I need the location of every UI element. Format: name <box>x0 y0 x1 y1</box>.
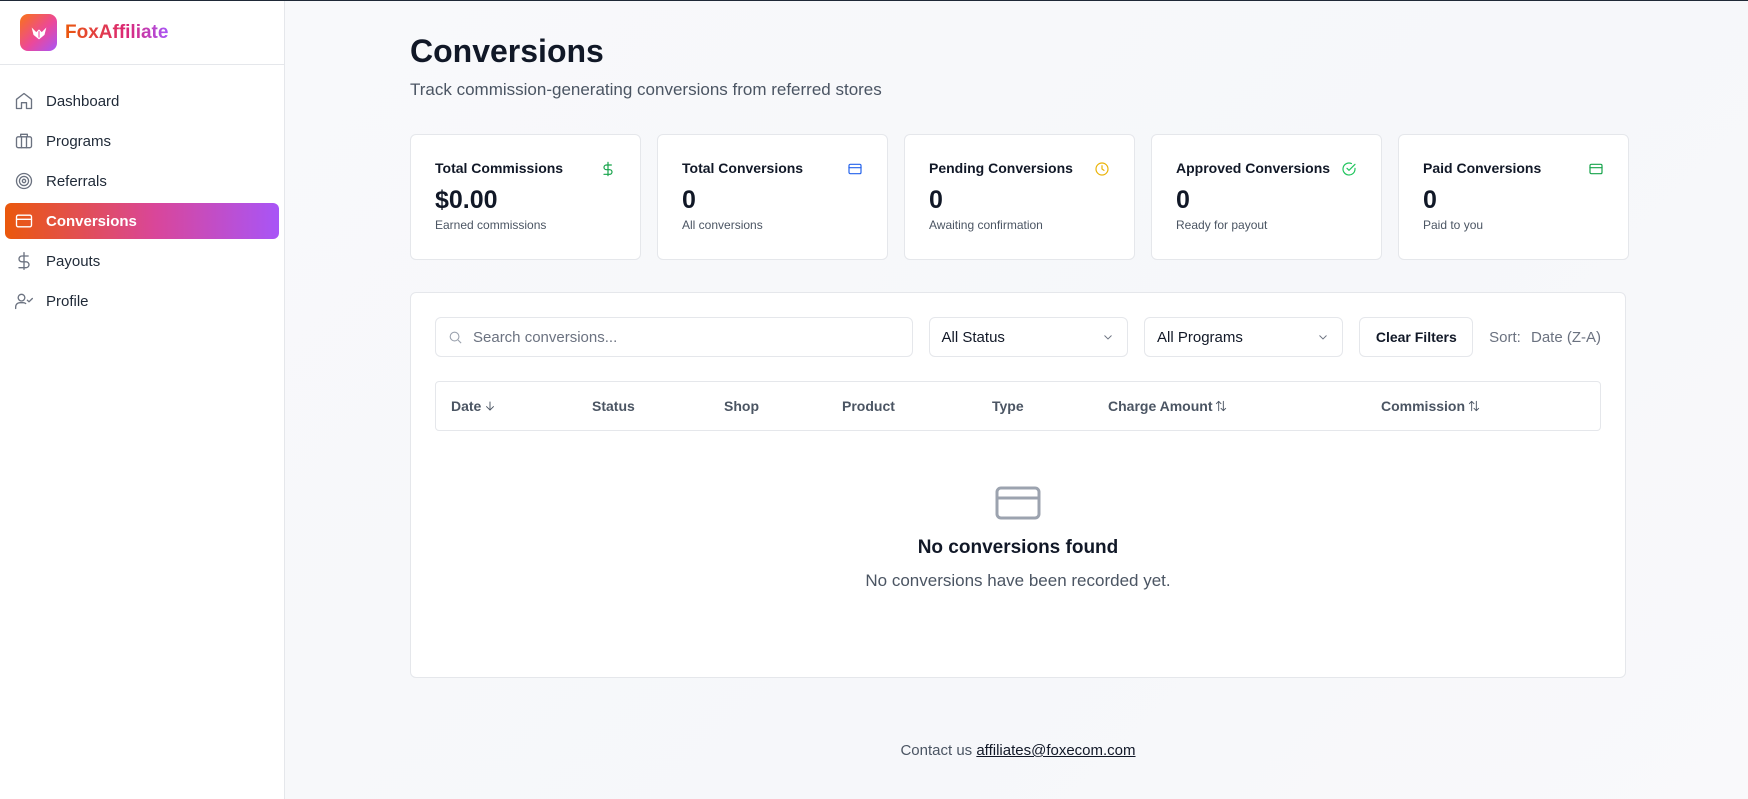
stat-desc: Awaiting confirmation <box>929 218 1043 232</box>
user-check-icon <box>15 293 33 310</box>
footer: Contact us affiliates@foxecom.com <box>410 742 1626 759</box>
column-header-label: Date <box>451 398 482 414</box>
stat-value: $0.00 <box>435 186 498 214</box>
stat-value: 0 <box>1176 186 1190 214</box>
fox-logo-icon <box>20 14 57 51</box>
stat-title: Approved Conversions <box>1176 160 1331 176</box>
status-select-value: All Status <box>941 328 1005 346</box>
program-select-value: All Programs <box>1157 328 1243 346</box>
page-title: Conversions <box>410 33 604 69</box>
home-icon <box>15 92 33 110</box>
stat-title: Total Commissions <box>435 160 564 176</box>
column-header-label: Status <box>592 398 635 414</box>
sidebar-item-payouts[interactable]: Payouts <box>5 243 279 279</box>
sidebar-item-label: Programs <box>46 132 112 150</box>
sidebar: FoxAffiliate Dashboard Programs Referral… <box>0 1 285 799</box>
dollar-icon <box>600 161 616 177</box>
column-header-type[interactable]: Type <box>992 382 1024 430</box>
credit-card-icon <box>994 483 1042 523</box>
column-header-commission[interactable]: Commission <box>1381 382 1481 430</box>
search-icon <box>449 331 462 344</box>
filter-bar: All Status All Programs Clear Filters So… <box>435 317 1601 357</box>
sidebar-nav: Dashboard Programs Referrals Conversions… <box>0 65 284 319</box>
column-header-date[interactable]: Date <box>451 382 497 430</box>
sidebar-item-dashboard[interactable]: Dashboard <box>5 83 279 119</box>
stat-card-total-conversions: Total Conversions 0 All conversions <box>657 134 888 260</box>
sort-arrows-icon <box>1468 400 1480 412</box>
sidebar-item-label: Conversions <box>46 212 137 230</box>
sidebar-item-conversions[interactable]: Conversions <box>5 203 279 239</box>
stat-card-paid-conversions: Paid Conversions 0 Paid to you <box>1398 134 1629 260</box>
check-circle-icon <box>1341 161 1357 177</box>
credit-card-icon <box>847 161 863 177</box>
stat-title: Paid Conversions <box>1423 160 1542 176</box>
stat-card-total-commissions: Total Commissions $0.00 Earned commissio… <box>410 134 641 260</box>
briefcase-icon <box>15 133 33 149</box>
brand[interactable]: FoxAffiliate <box>0 1 284 65</box>
contact-email-link[interactable]: affiliates@foxecom.com <box>976 742 1135 759</box>
program-select[interactable]: All Programs <box>1144 317 1344 357</box>
stat-desc: Ready for payout <box>1176 218 1268 232</box>
sort-arrows-icon <box>1216 400 1227 412</box>
sort-control[interactable]: Sort: Date (Z-A) <box>1489 329 1601 346</box>
stat-card-pending-conversions: Pending Conversions 0 Awaiting confirmat… <box>904 134 1135 260</box>
brand-name: FoxAffiliate <box>65 21 169 43</box>
stats-row: Total Commissions $0.00 Earned commissio… <box>410 134 1629 260</box>
arrow-down-icon <box>486 401 495 411</box>
status-select[interactable]: All Status <box>928 317 1129 357</box>
search-box[interactable] <box>435 317 913 357</box>
column-header-shop[interactable]: Shop <box>724 382 759 430</box>
credit-card-icon <box>15 214 33 228</box>
conversions-table-header: Date Status Shop Product Type Charge Amo… <box>435 381 1601 431</box>
chevron-down-icon <box>1104 335 1112 340</box>
target-icon <box>15 172 33 190</box>
stat-value: 0 <box>929 186 943 214</box>
sidebar-item-programs[interactable]: Programs <box>5 123 279 159</box>
credit-card-icon <box>1588 161 1604 177</box>
stat-title: Total Conversions <box>682 160 804 176</box>
column-header-label: Charge Amount <box>1108 398 1213 414</box>
column-header-label: Shop <box>724 398 759 414</box>
stat-desc: Earned commissions <box>435 218 547 232</box>
sidebar-item-label: Dashboard <box>46 92 120 110</box>
sidebar-item-referrals[interactable]: Referrals <box>5 163 279 199</box>
sidebar-item-profile[interactable]: Profile <box>5 283 279 319</box>
stat-title: Pending Conversions <box>929 160 1073 176</box>
empty-state: No conversions found No conversions have… <box>411 483 1625 591</box>
conversions-panel: All Status All Programs Clear Filters So… <box>410 292 1626 678</box>
clock-icon <box>1094 161 1110 177</box>
column-header-label: Type <box>992 398 1024 414</box>
sidebar-item-label: Payouts <box>46 252 101 270</box>
sort-value: Date (Z-A) <box>1531 328 1602 346</box>
chevron-down-icon <box>1319 335 1328 340</box>
clear-filters-button[interactable]: Clear Filters <box>1359 317 1474 357</box>
stat-desc: All conversions <box>682 218 763 232</box>
sort-label: Sort: <box>1489 328 1521 346</box>
column-header-label: Commission <box>1381 398 1466 414</box>
dollar-icon <box>18 252 30 270</box>
column-header-charge-amount[interactable]: Charge Amount <box>1108 382 1228 430</box>
sidebar-item-label: Profile <box>46 292 89 310</box>
footer-text: Contact us <box>900 742 973 759</box>
main-area: Conversions Track commission-generating … <box>285 1 1748 799</box>
stat-card-approved-conversions: Approved Conversions 0 Ready for payout <box>1151 134 1382 260</box>
stat-value: 0 <box>682 186 696 214</box>
page-subtitle: Track commission-generating conversions … <box>410 80 882 99</box>
column-header-status[interactable]: Status <box>592 382 635 430</box>
empty-state-title: No conversions found <box>917 537 1119 558</box>
empty-state-description: No conversions have been recorded yet. <box>865 571 1171 590</box>
column-header-label: Product <box>842 398 895 414</box>
column-header-product[interactable]: Product <box>842 382 895 430</box>
sidebar-item-label: Referrals <box>46 172 107 190</box>
stat-value: 0 <box>1423 186 1437 214</box>
search-input[interactable] <box>473 328 893 346</box>
stat-desc: Paid to you <box>1423 218 1484 232</box>
